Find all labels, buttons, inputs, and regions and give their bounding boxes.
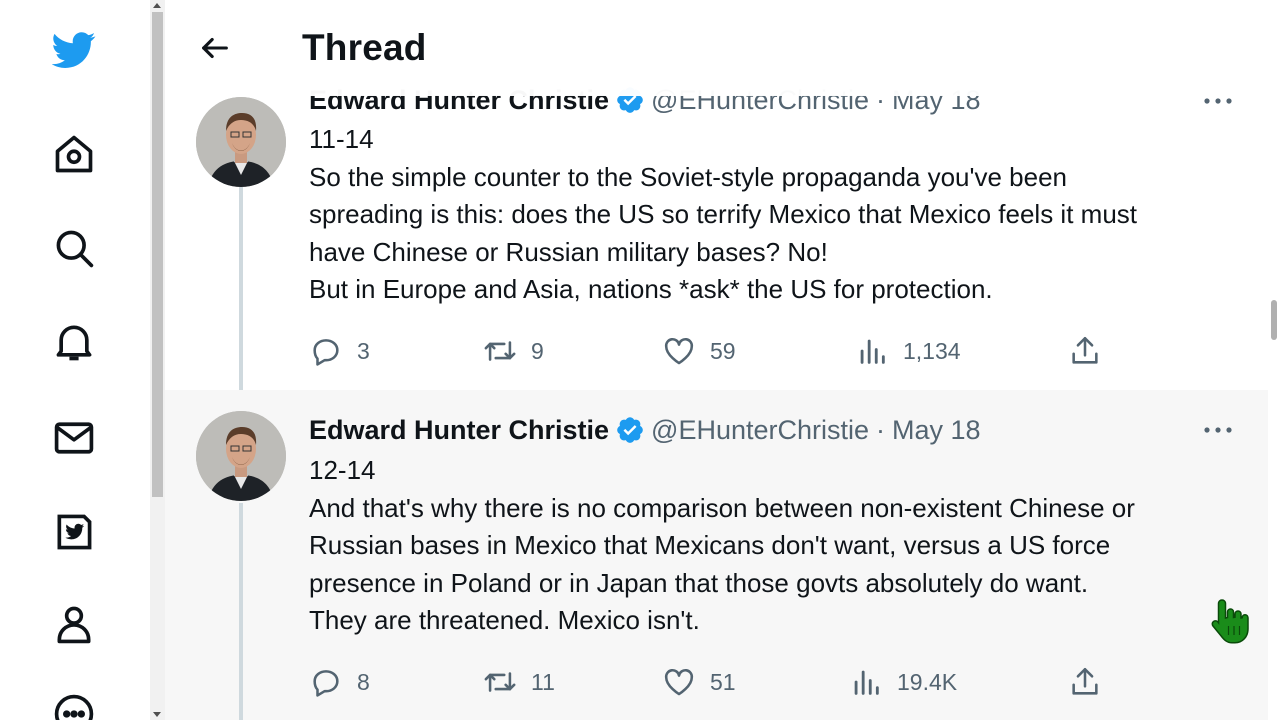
sidebar-nav	[0, 0, 150, 720]
share-button[interactable]	[1068, 331, 1116, 371]
tweet-text-line: And that's why there is no comparison be…	[309, 492, 1135, 523]
heart-icon	[664, 669, 694, 696]
sidebar-scrollbar[interactable]	[150, 0, 165, 720]
like-button[interactable]: 51	[662, 662, 736, 702]
views-chart-icon	[854, 670, 879, 695]
tweet-date[interactable]: May 18	[892, 414, 981, 446]
tweet[interactable]: Edward Hunter Christie @EHunterChristie …	[165, 70, 1268, 400]
home-icon[interactable]	[50, 130, 98, 178]
reply-button[interactable]: 3	[309, 331, 370, 371]
scroll-up-arrow-icon[interactable]	[153, 3, 161, 8]
verified-badge-icon	[617, 417, 643, 443]
retweet-count: 11	[531, 668, 555, 695]
reply-count: 8	[357, 668, 370, 695]
tweet-text: 12-14 And that's why there is no compari…	[309, 452, 1249, 640]
search-icon[interactable]	[50, 224, 98, 272]
tweet-actions: 8 11 51 19.4K	[309, 662, 1109, 702]
mail-icon[interactable]	[50, 414, 98, 462]
tweet-text-line: presence in Poland or in Japan that thos…	[309, 567, 1089, 598]
views-button[interactable]: 1,134	[855, 331, 961, 371]
share-icon	[1072, 667, 1098, 695]
tweet-actions: 3 9 59 1,134	[309, 331, 1109, 371]
views-count: 19.4K	[897, 668, 958, 695]
bell-icon[interactable]	[50, 318, 98, 366]
retweet-button[interactable]: 11	[483, 662, 555, 702]
thread-line	[239, 187, 243, 400]
page-title: Thread	[302, 27, 427, 68]
author-handle[interactable]: @EHunterChristie	[651, 414, 869, 446]
tweet-text-line: 11-14	[309, 124, 374, 154]
tweet-text-line: 12-14	[309, 455, 376, 485]
hand-cursor-icon	[1211, 599, 1249, 644]
tweet-text-line: Russian bases in Mexico that Mexicans do…	[309, 530, 1111, 560]
tweet-text-line: But in Europe and Asia, nations *ask* th…	[309, 274, 993, 304]
tweet-text-line: have Chinese or Russian military bases? …	[309, 236, 828, 267]
views-button[interactable]: 19.4K	[849, 662, 957, 702]
reply-count: 3	[357, 337, 370, 364]
tweet-text: 11-14 So the simple counter to the Sovie…	[309, 121, 1249, 309]
retweet-button[interactable]: 9	[483, 331, 544, 371]
reply-icon	[313, 339, 339, 366]
back-arrow-icon	[202, 37, 228, 59]
twitter-blue-icon[interactable]	[50, 508, 98, 556]
avatar[interactable]	[196, 97, 286, 187]
tweet-text-line: So the simple counter to the Soviet-styl…	[309, 161, 1067, 192]
tweet-text-line: spreading is this: does the US so terrif…	[309, 199, 1138, 229]
reply-icon	[313, 670, 339, 697]
twitter-logo-icon[interactable]	[50, 26, 98, 74]
page-scrollbar[interactable]	[1268, 0, 1280, 720]
reply-button[interactable]: 8	[309, 662, 370, 702]
retweet-count: 9	[531, 337, 544, 364]
scrollbar-thumb[interactable]	[1271, 300, 1277, 340]
profile-icon[interactable]	[50, 600, 98, 648]
thread-line	[239, 503, 243, 720]
views-chart-icon	[860, 339, 885, 364]
like-button[interactable]: 59	[662, 331, 736, 371]
separator-dot: ·	[876, 415, 886, 445]
scrollbar-thumb[interactable]	[152, 12, 163, 497]
more-options-button[interactable]	[1198, 415, 1238, 445]
more-circle-icon[interactable]	[50, 690, 98, 720]
heart-icon	[664, 338, 694, 365]
tweet[interactable]: Edward Hunter Christie @EHunterChristie …	[165, 390, 1268, 720]
share-icon	[1072, 336, 1098, 364]
views-count: 1,134	[903, 337, 961, 364]
thread-header: Thread	[165, 0, 1268, 96]
author-name[interactable]: Edward Hunter Christie	[309, 414, 609, 446]
tweet-text-line: They are threatened. Mexico isn't.	[309, 605, 700, 635]
avatar[interactable]	[196, 411, 286, 501]
retweet-icon	[484, 672, 516, 692]
share-button[interactable]	[1068, 662, 1116, 702]
scroll-down-arrow-icon[interactable]	[153, 712, 161, 717]
tweet-header: Edward Hunter Christie @EHunterChristie …	[309, 414, 981, 446]
retweet-icon	[484, 341, 516, 361]
like-count: 59	[710, 337, 736, 364]
more-dots-icon	[1204, 98, 1232, 104]
like-count: 51	[710, 668, 736, 695]
back-button[interactable]	[195, 28, 235, 68]
more-dots-icon	[1204, 427, 1232, 433]
